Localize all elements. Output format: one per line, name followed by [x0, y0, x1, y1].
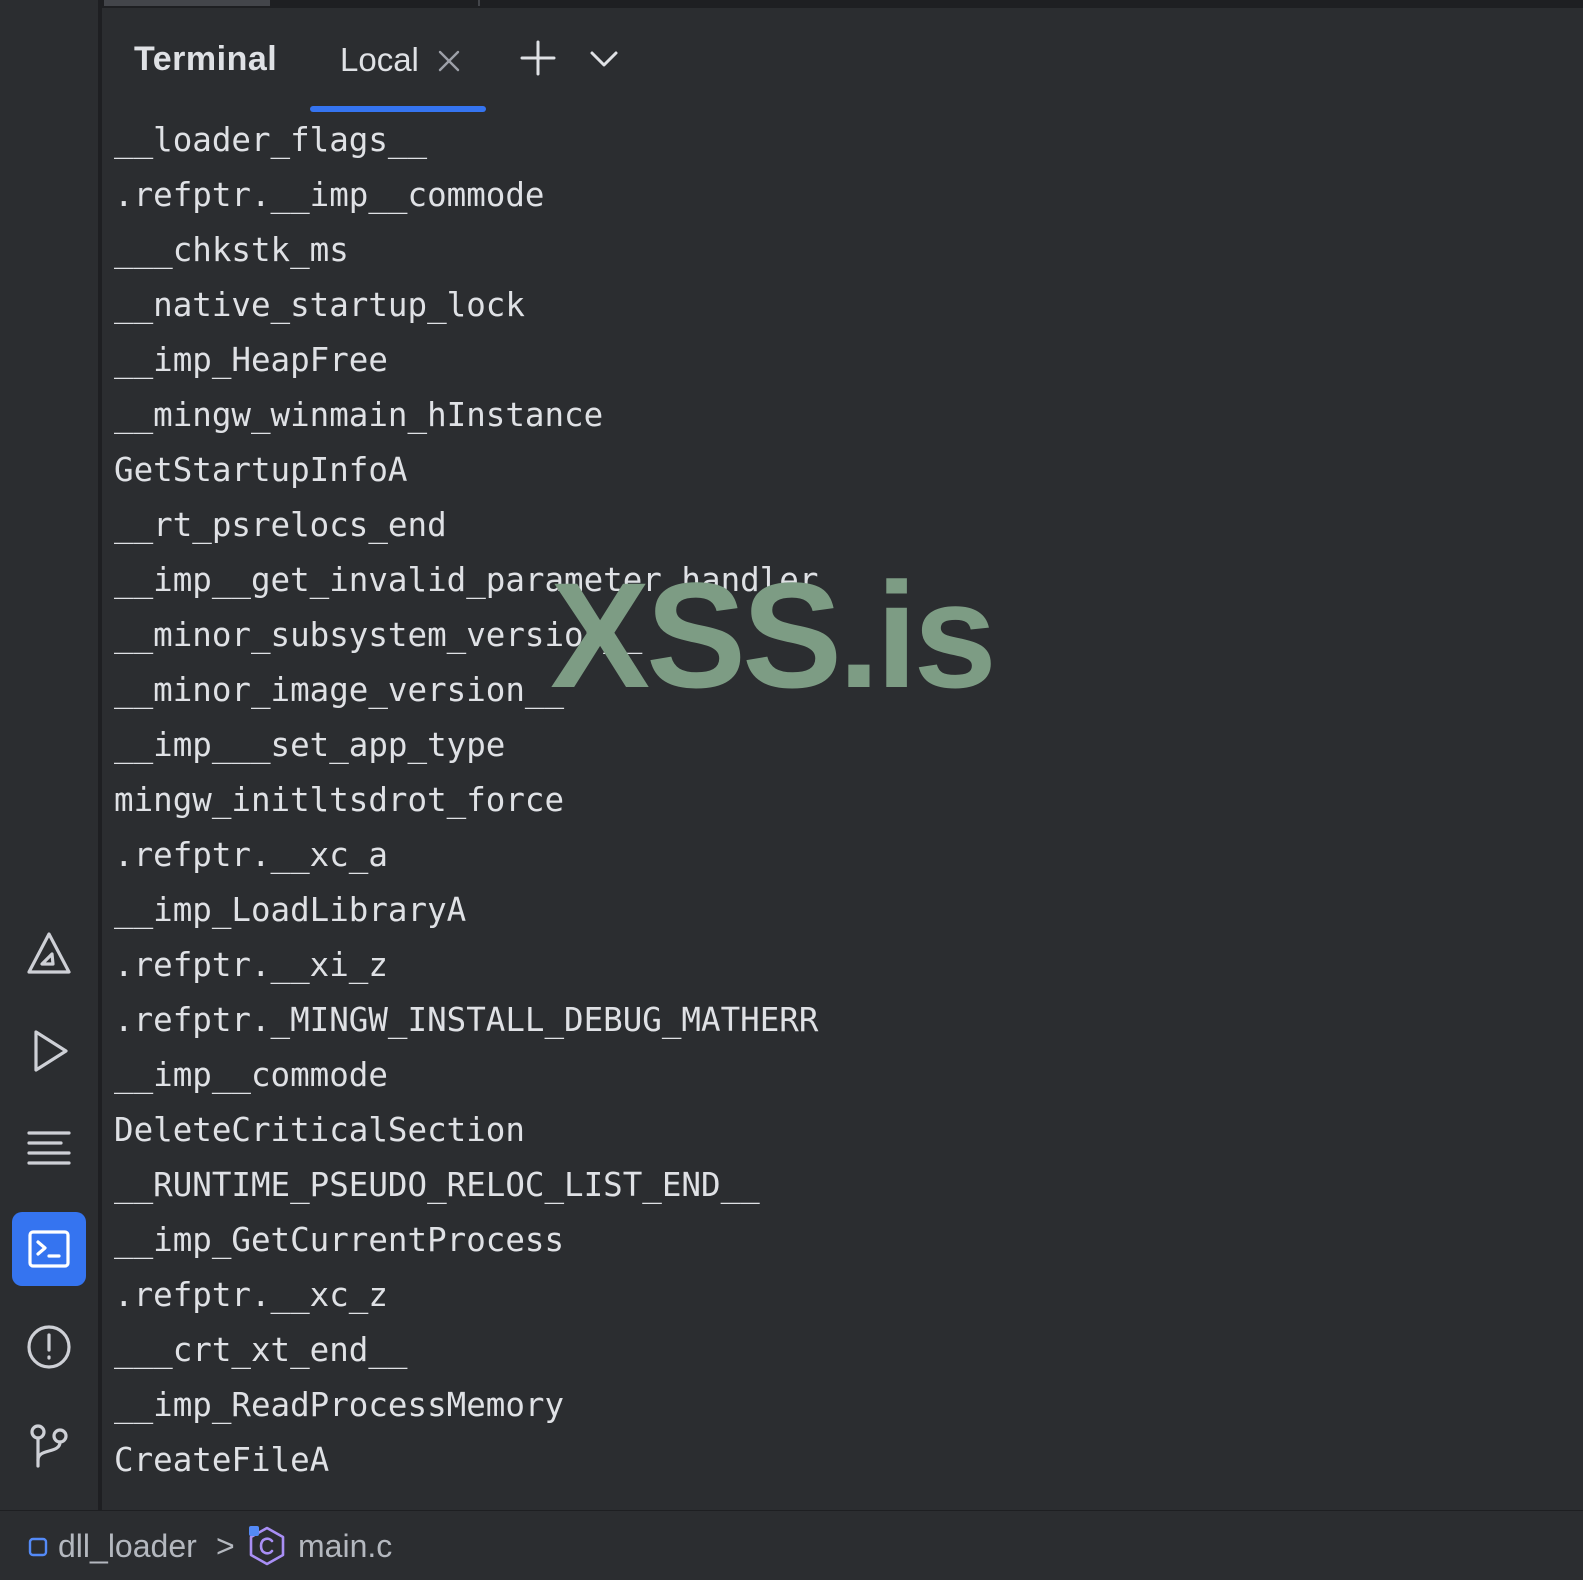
- terminal-line: __imp__commode: [114, 1056, 388, 1094]
- tab-local[interactable]: Local: [310, 8, 486, 112]
- terminal-line: __imp_HeapFree: [114, 341, 388, 379]
- terminal-line: __imp_ReadProcessMemory: [114, 1386, 565, 1424]
- build-icon[interactable]: [12, 916, 86, 990]
- terminal-line: .refptr.__xi_z: [114, 946, 388, 984]
- run-icon[interactable]: [12, 1014, 86, 1088]
- watermark: XSS.is: [550, 551, 997, 719]
- terminal-line: CreateFileA: [114, 1441, 330, 1479]
- plus-icon[interactable]: [518, 38, 558, 78]
- editor-tab-strip: [102, 0, 1583, 8]
- module-icon: [28, 1537, 48, 1557]
- chevron-down-icon[interactable]: [584, 38, 624, 78]
- terminal-line: .refptr.__xc_a: [114, 836, 388, 874]
- terminal-line: GetStartupInfoA: [114, 451, 408, 489]
- git-branch-icon[interactable]: [12, 1408, 86, 1482]
- terminal-line: .refptr.__imp__commode: [114, 176, 545, 214]
- terminal-line: ___crt_xt_end__: [114, 1331, 408, 1369]
- terminal-line: __loader_flags__: [114, 121, 428, 159]
- breadcrumb-separator: >: [216, 1528, 235, 1564]
- c-file-icon: [249, 1526, 285, 1566]
- editor-tab-divider: [478, 0, 480, 6]
- status-bar: dll_loader > main.c: [0, 1510, 1583, 1580]
- problems-icon[interactable]: [12, 1310, 86, 1384]
- terminal-line: __mingw_winmain_hInstance: [114, 396, 604, 434]
- breadcrumb-project[interactable]: dll_loader: [58, 1528, 197, 1565]
- close-icon[interactable]: [436, 48, 462, 74]
- terminal-line: .refptr._MINGW_INSTALL_DEBUG_MATHERR: [114, 1001, 819, 1039]
- terminal-line: ___chkstk_ms: [114, 231, 349, 269]
- terminal-header: Terminal Local: [102, 8, 1583, 112]
- terminal-icon[interactable]: [12, 1212, 86, 1286]
- terminal-output[interactable]: __loader_flags__ .refptr.__imp__commode …: [102, 112, 1583, 1510]
- terminal-line: __minor_image_version__: [114, 671, 565, 709]
- terminal-line: DeleteCriticalSection: [114, 1111, 525, 1149]
- terminal-line: __imp_GetCurrentProcess: [114, 1221, 565, 1259]
- tool-window-sidebar: [0, 0, 100, 1510]
- panel-title: Terminal: [134, 40, 278, 78]
- terminal-line: .refptr.__xc_z: [114, 1276, 388, 1314]
- editor-tab-stub[interactable]: [104, 0, 270, 6]
- terminal-line: __imp___set_app_type: [114, 726, 506, 764]
- breadcrumb-file[interactable]: main.c: [298, 1528, 392, 1565]
- terminal-line: mingw_initltsdrot_force: [114, 781, 565, 819]
- tab-label: Local: [340, 41, 419, 78]
- structure-icon[interactable]: [12, 1112, 86, 1186]
- terminal-line: __native_startup_lock: [114, 286, 525, 324]
- terminal-line: __RUNTIME_PSEUDO_RELOC_LIST_END__: [114, 1166, 760, 1204]
- terminal-line: __rt_psrelocs_end: [114, 506, 447, 544]
- terminal-line: __imp_LoadLibraryA: [114, 891, 467, 929]
